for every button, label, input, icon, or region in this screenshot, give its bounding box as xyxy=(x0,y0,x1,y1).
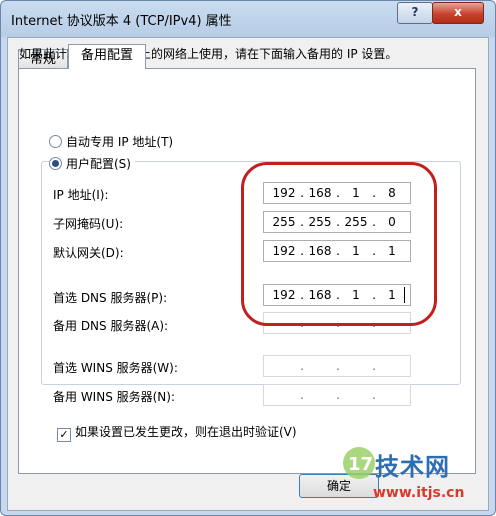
dot-separator: . xyxy=(372,244,376,258)
text-cursor xyxy=(404,287,405,303)
dot-separator: . xyxy=(372,359,376,373)
octet: 192 xyxy=(272,288,296,302)
octet: 168 xyxy=(308,288,332,302)
validate-on-exit-label: 如果设置已发生更改，则在退出时验证(V) xyxy=(75,425,297,439)
subnet-mask-label: 子网掩码(U): xyxy=(53,217,124,231)
radio-user-config[interactable]: 用户配置(S) xyxy=(49,156,135,172)
validate-on-exit-checkbox[interactable]: ✓ 如果设置已发生更改，则在退出时验证(V) xyxy=(57,423,297,442)
octet: 1 xyxy=(352,288,360,302)
radio-button-icon[interactable] xyxy=(49,135,62,148)
default-gateway-input[interactable]: 192 . 168 . 1 . 1 xyxy=(263,240,411,262)
preferred-dns-label: 首选 DNS 服务器(P): xyxy=(53,291,168,305)
octet: 1 xyxy=(388,244,396,258)
octet: 1 xyxy=(352,244,360,258)
dot-separator: . xyxy=(336,388,340,402)
checkmark-icon[interactable]: ✓ xyxy=(57,428,71,442)
dot-separator: . xyxy=(300,186,304,200)
dot-separator: . xyxy=(300,288,304,302)
dot-separator: . xyxy=(372,316,376,330)
dot-separator: . xyxy=(372,388,376,402)
ip-address-input[interactable]: 192 . 168 . 1 . 8 xyxy=(263,182,411,204)
dot-separator: . xyxy=(300,316,304,330)
dot-separator: . xyxy=(372,186,376,200)
octet: 192 xyxy=(272,186,296,200)
dot-separator: . xyxy=(336,359,340,373)
window-title: Internet 协议版本 4 (TCP/IPv4) 属性 xyxy=(11,14,232,29)
radio-user-config-label: 用户配置(S) xyxy=(66,157,131,171)
default-gateway-label: 默认网关(D): xyxy=(53,246,124,260)
alternate-dns-input[interactable]: . . . xyxy=(263,312,411,334)
octet: 255 xyxy=(272,215,296,229)
dot-separator: . xyxy=(300,215,304,229)
subnet-mask-input[interactable]: 255 . 255 . 255 . 0 xyxy=(263,211,411,233)
radio-selected-icon[interactable] xyxy=(49,157,62,170)
title-bar[interactable]: Internet 协议版本 4 (TCP/IPv4) 属性 ? x xyxy=(1,1,495,37)
alternate-wins-label: 备用 WINS 服务器(N): xyxy=(53,390,176,404)
preferred-dns-input[interactable]: 192 . 168 . 1 . 1 xyxy=(263,284,411,306)
octet: 1 xyxy=(352,186,360,200)
dot-separator: . xyxy=(336,215,340,229)
octet: 168 xyxy=(308,186,332,200)
radio-apipa[interactable]: 自动专用 IP 地址(T) xyxy=(49,134,173,150)
ok-button[interactable]: 确定 xyxy=(299,474,379,498)
dot-separator: . xyxy=(300,244,304,258)
dialog-window: Internet 协议版本 4 (TCP/IPv4) 属性 ? x 常规 备用配… xyxy=(0,0,496,516)
dot-separator: . xyxy=(300,388,304,402)
preferred-wins-input[interactable]: . . . xyxy=(263,355,411,377)
dot-separator: . xyxy=(372,288,376,302)
close-button[interactable]: x xyxy=(432,2,484,24)
tab-alternate-configuration[interactable]: 备用配置 xyxy=(68,44,146,69)
alternate-dns-label: 备用 DNS 服务器(A): xyxy=(53,319,169,333)
octet: 255 xyxy=(344,215,368,229)
preferred-wins-label: 首选 WINS 服务器(W): xyxy=(53,361,178,375)
octet: 255 xyxy=(308,215,332,229)
dot-separator: . xyxy=(336,316,340,330)
dot-separator: . xyxy=(336,288,340,302)
octet: 1 xyxy=(388,288,396,302)
ip-address-label: IP 地址(I): xyxy=(53,188,109,202)
dot-separator: . xyxy=(336,244,340,258)
dot-separator: . xyxy=(300,359,304,373)
dot-separator: . xyxy=(372,215,376,229)
help-button[interactable]: ? xyxy=(397,2,433,24)
octet: 0 xyxy=(388,215,396,229)
radio-apipa-label: 自动专用 IP 地址(T) xyxy=(66,135,174,149)
octet: 168 xyxy=(308,244,332,258)
octet: 8 xyxy=(388,186,396,200)
alternate-wins-input[interactable]: . . . xyxy=(263,384,411,406)
dot-separator: . xyxy=(336,186,340,200)
octet: 192 xyxy=(272,244,296,258)
